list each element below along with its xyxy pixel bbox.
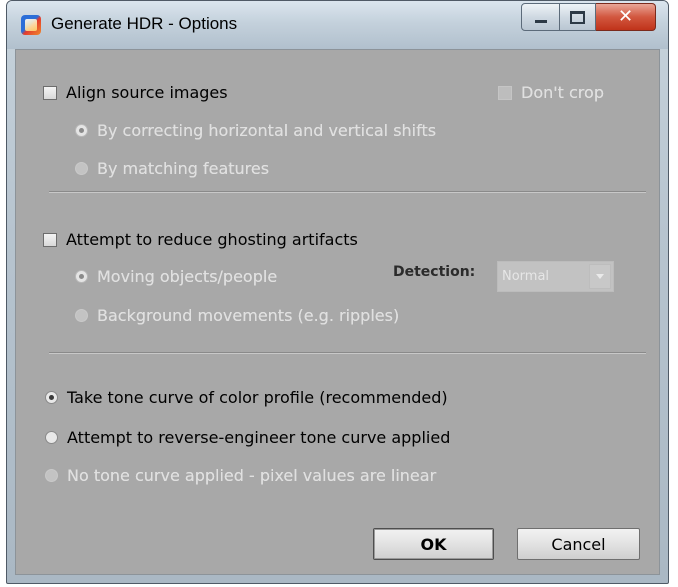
align-option-features-label: By matching features	[97, 159, 270, 178]
dialog-body: Align source images Don't crop By correc…	[15, 49, 660, 575]
dialog-window: Generate HDR - Options ✕ Align source im…	[6, 0, 669, 584]
reduce-ghosting-label: Attempt to reduce ghosting artifacts	[66, 230, 358, 249]
align-option-shifts-label: By correcting horizontal and vertical sh…	[97, 121, 437, 140]
dropdown-arrow[interactable]	[589, 264, 611, 289]
close-button[interactable]: ✕	[596, 3, 656, 31]
radio-button[interactable]	[75, 124, 88, 137]
detection-label: Detection:	[393, 264, 476, 280]
align-source-images-checkbox[interactable]: Align source images	[43, 83, 228, 102]
ghosting-option-background-label: Background movements (e.g. ripples)	[97, 306, 400, 325]
radio-button[interactable]	[75, 270, 88, 283]
dont-crop-checkbox[interactable]: Don't crop	[498, 83, 604, 102]
align-option-features-radio[interactable]: By matching features	[75, 159, 269, 178]
cancel-button[interactable]: Cancel	[517, 528, 640, 560]
checkbox-box[interactable]	[43, 232, 57, 247]
title-bar[interactable]: Generate HDR - Options ✕	[7, 1, 668, 49]
ok-button[interactable]: OK	[373, 528, 494, 560]
ghosting-option-moving-label: Moving objects/people	[97, 267, 278, 286]
tone-option-profile-label: Take tone curve of color profile (recomm…	[67, 388, 448, 407]
maximize-icon	[570, 10, 585, 24]
ghosting-option-background-radio[interactable]: Background movements (e.g. ripples)	[75, 306, 399, 325]
align-option-shifts-radio[interactable]: By correcting horizontal and vertical sh…	[75, 121, 436, 140]
detection-dropdown[interactable]: Normal	[497, 261, 614, 292]
tone-option-linear-label: No tone curve applied - pixel values are…	[67, 466, 437, 485]
app-icon	[21, 15, 41, 35]
checkbox-box[interactable]	[43, 85, 57, 100]
tone-option-profile-radio[interactable]: Take tone curve of color profile (recomm…	[45, 388, 448, 407]
align-source-images-label: Align source images	[66, 83, 228, 102]
reduce-ghosting-checkbox[interactable]: Attempt to reduce ghosting artifacts	[43, 230, 358, 249]
window-title: Generate HDR - Options	[51, 14, 238, 33]
minimize-icon	[534, 19, 547, 23]
radio-button[interactable]	[75, 309, 88, 322]
radio-button[interactable]	[75, 162, 88, 175]
section-divider	[49, 352, 646, 354]
tone-option-reverse-radio[interactable]: Attempt to reverse-engineer tone curve a…	[45, 428, 450, 447]
ghosting-option-moving-radio[interactable]: Moving objects/people	[75, 267, 277, 286]
minimize-button[interactable]	[521, 3, 560, 31]
chevron-down-icon	[596, 274, 604, 279]
checkbox-box[interactable]	[498, 85, 512, 100]
close-icon: ✕	[617, 6, 634, 27]
radio-button[interactable]	[45, 469, 58, 482]
maximize-button[interactable]	[560, 3, 596, 31]
radio-button[interactable]	[45, 391, 58, 404]
tone-option-linear-radio[interactable]: No tone curve applied - pixel values are…	[45, 466, 436, 485]
section-divider	[49, 191, 646, 193]
dont-crop-label: Don't crop	[521, 83, 604, 102]
tone-option-reverse-label: Attempt to reverse-engineer tone curve a…	[67, 428, 451, 447]
radio-button[interactable]	[45, 431, 58, 444]
detection-value: Normal	[502, 269, 550, 284]
